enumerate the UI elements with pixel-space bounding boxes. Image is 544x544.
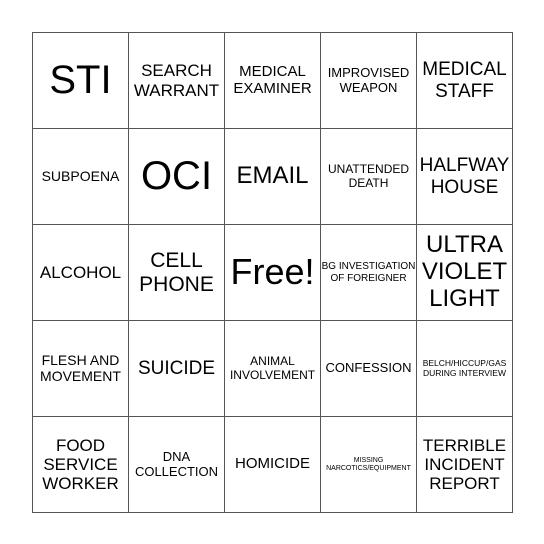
- cell-label: ALCOHOL: [39, 262, 122, 282]
- bingo-cell[interactable]: UNATTENDED DEATH: [321, 129, 417, 225]
- cell-label: BELCH/HICCUP/GAS DURING INTERVIEW: [422, 357, 507, 378]
- bingo-cell[interactable]: ULTRA VIOLET LIGHT: [417, 225, 513, 321]
- cell-label: FOOD SERVICE WORKER: [42, 435, 119, 494]
- bingo-cell[interactable]: IMPROVISED WEAPON: [321, 33, 417, 129]
- bingo-cell[interactable]: MISSING NARCOTICS/EQUIPMENT: [321, 417, 417, 513]
- cell-label: SEARCH WARRANT: [133, 61, 220, 100]
- bingo-cell[interactable]: EMAIL: [225, 129, 321, 225]
- cell-label: MEDICAL EXAMINER: [233, 62, 312, 97]
- bingo-cell[interactable]: SUBPOENA: [33, 129, 129, 225]
- cell-label: BG INVESTIGATION OF FOREIGNER: [321, 261, 416, 284]
- bingo-cell[interactable]: ANIMAL INVOLVEMENT: [225, 321, 321, 417]
- bingo-cell[interactable]: BG INVESTIGATION OF FOREIGNER: [321, 225, 417, 321]
- bingo-cell[interactable]: FLESH AND MOVEMENT: [33, 321, 129, 417]
- cell-label: FLESH AND MOVEMENT: [40, 351, 121, 384]
- cell-label: CONFESSION: [325, 360, 412, 376]
- bingo-cell[interactable]: DNA COLLECTION: [129, 417, 225, 513]
- cell-label: Free!: [230, 251, 315, 293]
- cell-label: HALFWAY HOUSE: [419, 155, 510, 198]
- cell-label: STI: [49, 58, 112, 103]
- cell-label: IMPROVISED WEAPON: [327, 64, 410, 95]
- cell-label: OCI: [140, 154, 213, 199]
- bingo-cell[interactable]: STI: [33, 33, 129, 129]
- free-space[interactable]: Free!: [225, 225, 321, 321]
- cell-label: SUBPOENA: [41, 167, 120, 184]
- cell-label: CELL PHONE: [139, 248, 214, 296]
- bingo-cell[interactable]: HOMICIDE: [225, 417, 321, 513]
- bingo-cell[interactable]: BELCH/HICCUP/GAS DURING INTERVIEW: [417, 321, 513, 417]
- bingo-cell[interactable]: MEDICAL EXAMINER: [225, 33, 321, 129]
- bingo-cell[interactable]: CONFESSION: [321, 321, 417, 417]
- cell-label: ANIMAL INVOLVEMENT: [229, 354, 316, 382]
- bingo-cell[interactable]: OCI: [129, 129, 225, 225]
- bingo-cell[interactable]: SUICIDE: [129, 321, 225, 417]
- bingo-board: STI SEARCH WARRANT MEDICAL EXAMINER IMPR…: [32, 32, 513, 513]
- bingo-cell[interactable]: ALCOHOL: [33, 225, 129, 321]
- cell-label: TERRIBLE INCIDENT REPORT: [422, 435, 507, 494]
- cell-label: DNA COLLECTION: [134, 448, 219, 479]
- cell-label: MEDICAL STAFF: [422, 59, 507, 102]
- bingo-cell[interactable]: CELL PHONE: [129, 225, 225, 321]
- bingo-cell[interactable]: TERRIBLE INCIDENT REPORT: [417, 417, 513, 513]
- bingo-cell[interactable]: MEDICAL STAFF: [417, 33, 513, 129]
- cell-label: ULTRA VIOLET LIGHT: [421, 231, 508, 312]
- bingo-cell[interactable]: FOOD SERVICE WORKER: [33, 417, 129, 513]
- cell-label: MISSING NARCOTICS/EQUIPMENT: [326, 456, 411, 472]
- bingo-cell[interactable]: SEARCH WARRANT: [129, 33, 225, 129]
- cell-label: EMAIL: [236, 162, 309, 190]
- bingo-cell[interactable]: HALFWAY HOUSE: [417, 129, 513, 225]
- cell-label: SUICIDE: [137, 357, 216, 379]
- cell-label: HOMICIDE: [235, 455, 310, 473]
- cell-label: UNATTENDED DEATH: [327, 162, 410, 190]
